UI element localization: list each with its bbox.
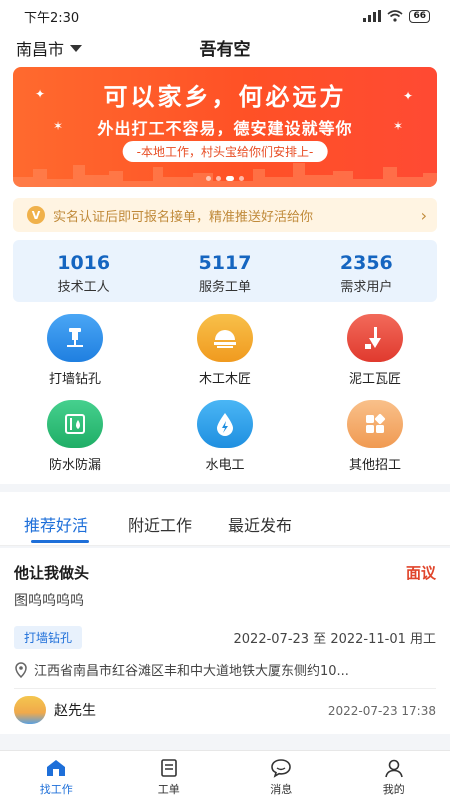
stat-value: 5117 (198, 252, 252, 274)
skyline-illustration (13, 163, 437, 187)
category-label: 打墙钻孔 (48, 372, 101, 387)
category-label: 其他招工 (348, 458, 401, 473)
tab-nearby[interactable]: 附近工作 (128, 512, 192, 536)
stat-orders: 5117 服务工单 (154, 240, 295, 302)
drill-icon (47, 314, 103, 362)
nav-orders[interactable]: 工单 (113, 751, 226, 800)
job-dates: 2022-07-23 至 2022-11-01 用工 (233, 632, 437, 647)
nav-label: 找工作 (39, 783, 73, 796)
category-label: 泥工瓦匠 (348, 372, 401, 387)
tab-recommended[interactable]: 推荐好活 (24, 512, 88, 536)
grid-icon (347, 400, 403, 448)
banner-title: 可以家乡，何必远方 (103, 83, 347, 111)
category-masonry[interactable]: 泥工瓦匠 (300, 314, 450, 400)
chat-icon (270, 757, 292, 779)
nav-label: 我的 (382, 783, 405, 796)
category-grid: 打墙钻孔 木工木匠 泥工瓦匠 防水防漏 水电工 其他招工 (0, 304, 450, 484)
stat-label: 技术工人 (57, 280, 110, 295)
notice-text: 实名认证后即可报名接单，精准推送好活给你 (53, 209, 314, 225)
category-drilling[interactable]: 打墙钻孔 (0, 314, 150, 400)
bottom-navigation: 找工作 工单 消息 我的 (0, 750, 450, 800)
app-title: 吾有空 (199, 40, 251, 60)
stat-label: 服务工单 (198, 280, 251, 295)
category-water-electric[interactable]: 水电工 (150, 400, 300, 486)
status-bar: 下午2:30 66 (0, 0, 450, 32)
job-price: 面议 (405, 564, 436, 582)
job-poster: 赵先生 (14, 696, 96, 724)
verification-notice[interactable]: V 实名认证后即可报名接单，精准推送好活给你 › (13, 198, 437, 232)
job-address: 江西省南昌市红谷滩区丰和中大道地铁大厦东侧约10... (14, 660, 436, 679)
chevron-right-icon: › (420, 205, 427, 225)
job-category-tag: 打墙钻孔 (14, 626, 83, 649)
category-carpentry[interactable]: 木工木匠 (150, 314, 300, 400)
category-other[interactable]: 其他招工 (300, 400, 450, 486)
job-title: 他让我做头 (14, 564, 90, 582)
top-header: 南昌市 吾有空 (0, 32, 450, 64)
category-label: 木工木匠 (198, 372, 251, 387)
stat-value: 1016 (57, 252, 111, 274)
home-icon (45, 757, 67, 779)
water-electric-icon (197, 400, 253, 448)
active-tab-indicator (31, 540, 89, 543)
signal-icon (363, 10, 382, 22)
job-description: 图呜呜呜呜 (14, 593, 84, 609)
stat-users: 2356 需求用户 (296, 240, 437, 302)
avatar (14, 696, 46, 724)
waterproof-icon (47, 400, 103, 448)
nav-label: 消息 (270, 783, 293, 796)
verified-badge-icon: V (27, 206, 45, 224)
posted-time: 2022-07-23 17:38 (327, 704, 436, 718)
category-label: 水电工 (205, 458, 245, 473)
divider (14, 688, 436, 689)
battery-icon: 66 (409, 9, 430, 23)
category-label: 防水防漏 (48, 458, 101, 473)
wifi-icon (387, 10, 403, 22)
nav-profile[interactable]: 我的 (338, 751, 450, 800)
promo-banner[interactable]: ✦ ✶ ✦ ✶ 可以家乡，何必远方 外出打工不容易，德安建设就等你 -本地工作，… (13, 67, 437, 187)
address-text: 江西省南昌市红谷滩区丰和中大道地铁大厦东侧约10... (34, 664, 349, 679)
saw-icon (197, 314, 253, 362)
location-pin-icon (15, 661, 27, 678)
stat-label: 需求用户 (340, 280, 393, 295)
carousel-indicator (206, 176, 244, 181)
user-icon (384, 757, 404, 779)
status-time: 下午2:30 (24, 10, 80, 26)
job-tabs: 推荐好活 附近工作 最近发布 (0, 492, 450, 546)
status-icons: 66 (363, 9, 430, 23)
nav-messages[interactable]: 消息 (225, 751, 338, 800)
document-icon (159, 757, 179, 779)
job-card[interactable]: 他让我做头 面议 图呜呜呜呜 打墙钻孔 2022-07-23 至 2022-11… (0, 548, 450, 734)
stat-workers: 1016 技术工人 (13, 240, 154, 302)
poster-name: 赵先生 (54, 703, 96, 719)
banner-subtitle: 外出打工不容易，德安建设就等你 (97, 119, 353, 138)
trowel-icon (347, 314, 403, 362)
nav-find-work[interactable]: 找工作 (0, 751, 113, 800)
stat-value: 2356 (339, 252, 393, 274)
stats-panel: 1016 技术工人 5117 服务工单 2356 需求用户 (13, 240, 437, 302)
tab-recent[interactable]: 最近发布 (228, 512, 292, 536)
category-waterproof[interactable]: 防水防漏 (0, 400, 150, 486)
nav-label: 工单 (157, 783, 180, 796)
